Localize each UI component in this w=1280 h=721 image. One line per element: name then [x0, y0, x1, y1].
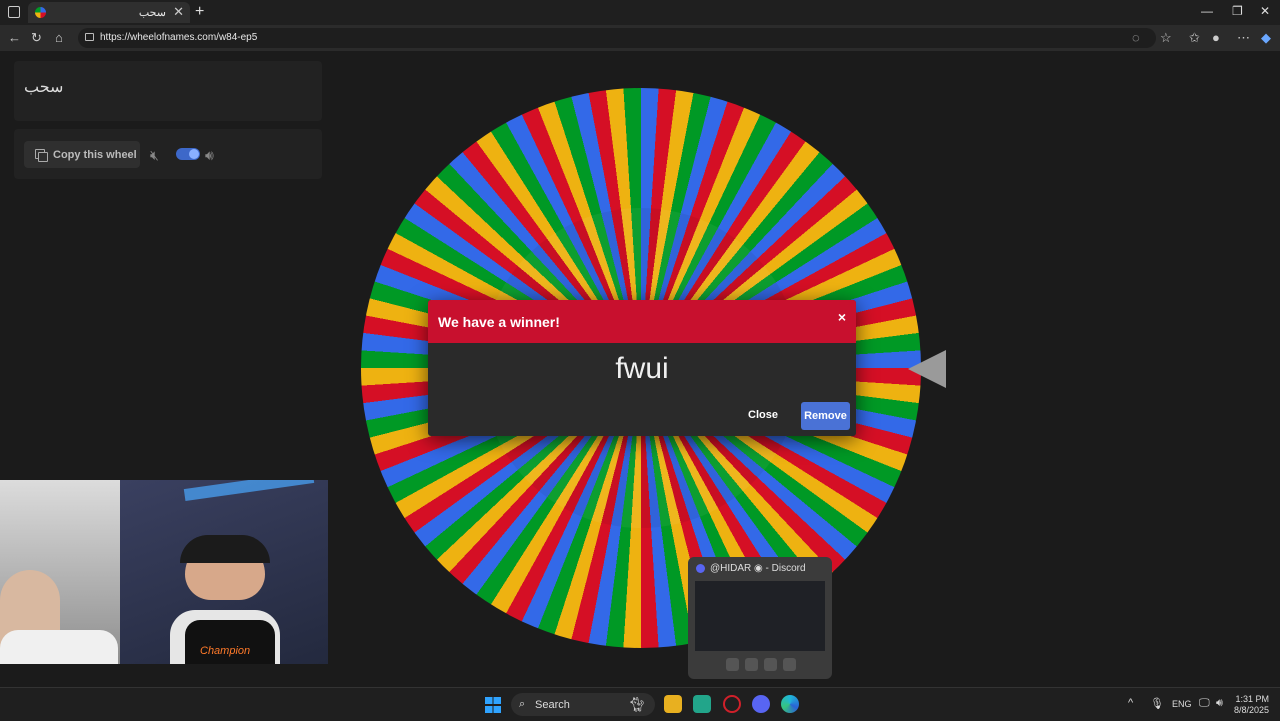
clock-date: 8/8/2025 [1234, 705, 1270, 715]
shirt-logo-text: Champion [200, 645, 251, 657]
minimize-button[interactable]: — [1201, 4, 1213, 18]
mute-icon: 🔇︎ [150, 147, 159, 163]
back-icon[interactable]: ← [8, 30, 21, 45]
microphone-icon[interactable] [745, 658, 758, 671]
favorites-icon[interactable]: ✩ [1189, 30, 1200, 46]
volume-tray-icon[interactable]: 🔊︎ [1216, 697, 1223, 710]
window-close-button[interactable]: ✕ [1260, 4, 1270, 18]
discord-taskbar-icon[interactable] [752, 695, 770, 713]
new-tab-button[interactable]: + [195, 3, 204, 21]
url-text: https://wheelofnames.com/w84-ep5 [100, 32, 258, 43]
restore-button[interactable]: ❐ [1232, 4, 1243, 18]
refresh-icon[interactable]: ↻ [31, 30, 42, 46]
copilot-icon[interactable]: ◆ [1261, 30, 1271, 46]
opera-icon[interactable] [723, 695, 741, 713]
taskbar-clock[interactable]: 1:31 PM 8/8/2025 [1234, 694, 1269, 716]
app-icon[interactable] [693, 695, 711, 713]
microphone-tray-icon[interactable]: 🎙︎ [1150, 697, 1164, 710]
close-button[interactable]: Close [748, 409, 778, 421]
copy-icon-front [38, 152, 48, 162]
copy-wheel-button[interactable]: Copy this wheel [24, 141, 140, 168]
volume-icon: 🔊︎ [205, 147, 214, 163]
wheel-pointer-icon [908, 350, 946, 388]
search-icon: ⌕ [519, 698, 526, 710]
discord-icon [696, 564, 705, 573]
person-shirt [185, 620, 275, 664]
discord-thumbnail[interactable] [695, 581, 825, 651]
wheel-title[interactable]: سحب [24, 77, 63, 97]
windows-taskbar: ⌕ Search 🐈︎ ^ 🎙︎ ENG 🖵︎ 🔊︎ 1:31 PM 8/8/2… [0, 687, 1280, 721]
start-button[interactable] [485, 697, 501, 713]
tab-close-icon[interactable]: ✕ [173, 4, 184, 20]
home-icon[interactable]: ⌂ [55, 30, 63, 45]
sound-toggle[interactable] [176, 148, 200, 160]
browser-toolbar: ← ↻ ⌂ https://wheelofnames.com/w84-ep5 ◌… [0, 25, 1280, 51]
wheel-favicon-icon [35, 7, 46, 18]
camera-icon[interactable] [726, 658, 739, 671]
discord-preview[interactable]: @HIDAR ◉ - Discord [688, 557, 832, 679]
browser-tab-bar: سحب ✕ + — ❐ ✕ [0, 0, 1280, 25]
winner-name: fwui [615, 352, 669, 385]
dialog-header: We have a winner! × [428, 300, 856, 343]
tab-title: سحب [138, 7, 166, 19]
language-indicator[interactable]: ENG [1172, 699, 1192, 709]
webcam-overlay: Champion [0, 480, 328, 664]
remove-button[interactable]: Remove [801, 402, 850, 430]
tray-overflow-icon[interactable]: ^ [1128, 697, 1133, 709]
more-menu-icon[interactable]: ⋯ [1237, 30, 1250, 46]
network-icon[interactable]: 🖵︎ [1199, 697, 1210, 710]
tab-actions-icon[interactable] [8, 6, 20, 18]
favorite-star-icon[interactable]: ☆ [1160, 30, 1172, 46]
person-shirt [0, 630, 118, 664]
winner-dialog: We have a winner! × fwui Close Remove [428, 300, 856, 436]
address-bar[interactable]: https://wheelofnames.com/w84-ep5 [78, 28, 1156, 48]
cat-widget-icon: 🐈︎ [628, 696, 646, 712]
file-explorer-icon[interactable] [664, 695, 682, 713]
edge-icon[interactable] [781, 695, 799, 713]
profile-avatar[interactable]: ● [1212, 30, 1220, 45]
dialog-close-icon[interactable]: × [838, 309, 846, 325]
headphones-icon[interactable] [764, 658, 777, 671]
taskbar-search[interactable]: ⌕ Search 🐈︎ [511, 693, 655, 716]
site-info-icon[interactable] [85, 33, 94, 41]
clock-time: 1:31 PM [1235, 694, 1270, 704]
headphones [180, 535, 270, 563]
copy-wheel-label: Copy this wheel [53, 149, 137, 161]
search-label: Search [535, 699, 570, 711]
tab-wheelofnames[interactable]: سحب ✕ [28, 2, 190, 23]
reader-icon[interactable]: ◌ [1132, 30, 1140, 45]
dialog-title: We have a winner! [438, 314, 560, 330]
disconnect-icon[interactable] [783, 658, 796, 671]
discord-preview-title: @HIDAR ◉ - Discord [710, 563, 806, 574]
